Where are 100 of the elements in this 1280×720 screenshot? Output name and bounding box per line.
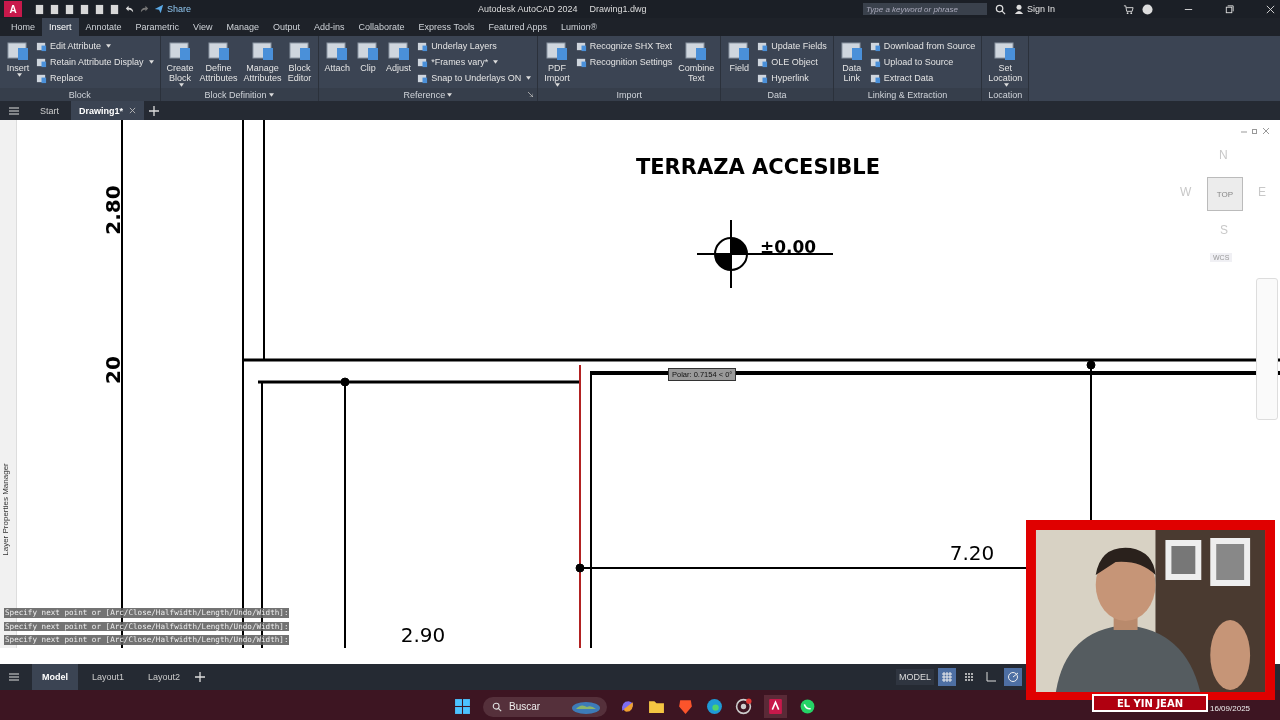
ribbon-tab[interactable]: Featured Apps <box>481 18 554 36</box>
polar-icon[interactable] <box>1004 668 1022 686</box>
menu-icon[interactable] <box>8 671 20 683</box>
cart-icon[interactable] <box>1123 3 1134 15</box>
ribbon-button[interactable]: Retain Attribute Display <box>34 54 156 70</box>
caret-icon <box>106 44 112 48</box>
ribbon-button[interactable]: Download from Source <box>867 38 978 54</box>
model-space-button[interactable]: MODEL <box>896 669 934 685</box>
ribbon-button[interactable]: Replace <box>34 70 156 86</box>
ribbon-tab[interactable]: Parametric <box>128 18 187 36</box>
document-icon[interactable] <box>109 3 120 15</box>
ribbon-button[interactable]: Manage Attributes <box>241 38 284 84</box>
tool-icon <box>869 40 881 52</box>
tool-icon <box>869 56 881 68</box>
ribbon-button[interactable]: Recognize SHX Text <box>573 38 675 54</box>
ribbon-tab[interactable]: Annotate <box>78 18 129 36</box>
ribbon-button[interactable]: Clip <box>354 38 383 74</box>
ribbon-button[interactable]: Update Fields <box>755 38 829 54</box>
file-tab[interactable]: Start <box>32 101 67 120</box>
undo-icon[interactable] <box>124 3 135 15</box>
ribbon-button[interactable]: Create Block <box>164 38 196 88</box>
search-icon <box>492 701 502 712</box>
ribbon-tab[interactable]: Add-ins <box>307 18 352 36</box>
redo-icon[interactable] <box>139 3 150 15</box>
sign-in-button[interactable]: Sign In <box>1013 4 1055 14</box>
document-icon[interactable] <box>49 3 60 15</box>
layout-tab[interactable]: Model <box>32 664 78 690</box>
ribbon-tab[interactable]: Output <box>265 18 307 36</box>
ribbon-button[interactable]: Snap to Underlays ON <box>415 70 534 86</box>
layout-tab[interactable]: Layout1 <box>82 664 135 690</box>
ribbon-tab[interactable]: Home <box>4 18 42 36</box>
ribbon-button[interactable]: Edit Attribute <box>34 38 156 54</box>
browser-icon[interactable] <box>706 698 723 715</box>
ribbon-button[interactable]: Recognition Settings <box>573 54 675 70</box>
panel-title[interactable]: Reference <box>403 89 453 100</box>
panel-title[interactable]: Linking & Extraction <box>867 89 948 100</box>
plus-icon[interactable] <box>194 671 207 683</box>
document-icon[interactable] <box>79 3 90 15</box>
tool-icon <box>575 56 587 68</box>
ribbon-button[interactable]: Field <box>725 38 754 74</box>
ribbon-button[interactable]: Adjust <box>384 38 414 74</box>
ribbon-button[interactable]: Attach <box>322 38 353 74</box>
file-tab[interactable]: Drawing1* <box>71 101 145 120</box>
ribbon-button[interactable]: PDF Import <box>542 38 572 88</box>
panel-title[interactable]: Block Definition <box>204 89 274 100</box>
ribbon-button[interactable]: Extract Data <box>867 70 978 86</box>
menu-icon[interactable] <box>8 104 20 117</box>
webcam-caption: EL YIN JEAN <box>1092 694 1208 712</box>
ribbon-button[interactable]: Hyperlink <box>755 70 829 86</box>
ribbon-button[interactable]: OLE Object <box>755 54 829 70</box>
ribbon-button[interactable]: *Frames vary* <box>415 54 534 70</box>
chat-icon[interactable] <box>799 698 816 715</box>
tool-icon <box>993 39 1018 63</box>
tool-icon <box>6 39 30 63</box>
panel-title[interactable]: Block <box>68 89 91 100</box>
grid-icon[interactable] <box>938 668 956 686</box>
ribbon-tab[interactable]: Collaborate <box>351 18 412 36</box>
swirl-icon[interactable] <box>619 698 636 715</box>
ribbon-tab[interactable]: Manage <box>219 18 266 36</box>
close-icon[interactable] <box>129 107 137 114</box>
caret-icon <box>493 60 499 64</box>
aperture-icon[interactable] <box>735 698 752 715</box>
shield-icon[interactable] <box>677 698 694 715</box>
panel-title[interactable]: Import <box>616 89 642 100</box>
ribbon-button[interactable]: Set Location <box>986 38 1025 88</box>
taskbar-date: 16/09/2025 <box>1210 704 1251 713</box>
tool-icon <box>727 39 752 63</box>
restore-icon[interactable] <box>1224 3 1235 15</box>
ribbon-button[interactable]: Combine Text <box>676 38 717 84</box>
panel-title[interactable]: Location <box>988 89 1023 100</box>
document-icon[interactable] <box>94 3 105 15</box>
ribbon-tab[interactable]: Lumion® <box>553 18 605 36</box>
cad-app-icon[interactable] <box>764 695 787 718</box>
ribbon-tab[interactable]: View <box>186 18 220 36</box>
ribbon-button[interactable]: Block Editor <box>285 38 314 84</box>
search-icon[interactable] <box>994 3 1006 15</box>
panel-title[interactable]: Data <box>767 89 787 100</box>
app-logo-button[interactable]: A <box>4 1 22 17</box>
plus-icon[interactable] <box>148 104 161 117</box>
folder-icon[interactable] <box>648 698 665 715</box>
ribbon-tab[interactable]: Insert <box>42 18 79 36</box>
layout-tab[interactable]: Layout2 <box>138 664 191 690</box>
document-icon[interactable] <box>34 3 45 15</box>
start-icon[interactable] <box>454 698 471 715</box>
ribbon-button[interactable]: Define Attributes <box>197 38 240 84</box>
tool-icon <box>757 72 769 84</box>
ribbon-button[interactable]: Data Link <box>837 38 866 84</box>
share-button[interactable]: Share <box>154 4 192 14</box>
launcher-icon[interactable] <box>528 92 534 97</box>
palette-label[interactable]: Layer Properties Manager <box>0 459 10 560</box>
document-icon[interactable] <box>64 3 75 15</box>
tool-icon <box>325 39 350 63</box>
drawing-text: ±0.00 <box>759 237 817 257</box>
ribbon-tab[interactable]: Express Tools <box>411 18 482 36</box>
ribbon-button[interactable]: Insert <box>4 38 32 78</box>
drawing-text: 20 <box>101 356 125 384</box>
ribbon-button[interactable]: Underlay Layers <box>415 38 534 54</box>
search-field[interactable]: Type a keyword or phrase <box>862 3 987 15</box>
ribbon-button[interactable]: Upload to Source <box>867 54 978 70</box>
drawing-text: 7.20 <box>949 541 995 565</box>
